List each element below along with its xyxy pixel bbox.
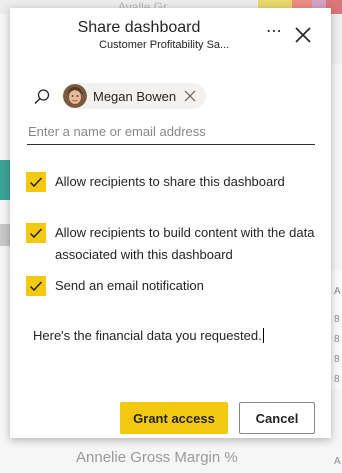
checkbox-allow-build[interactable] (26, 223, 46, 243)
checkmark-icon (29, 281, 43, 292)
more-options-button[interactable]: ⋯ (264, 24, 284, 44)
share-dialog: Share dashboard Customer Profitability S… (10, 8, 331, 438)
email-input[interactable] (27, 118, 315, 145)
option-allow-share[interactable]: Allow recipients to share this dashboard (26, 172, 315, 192)
text-cursor (262, 328, 264, 343)
search-icon (34, 89, 50, 104)
cancel-button[interactable]: Cancel (239, 402, 315, 434)
checkmark-icon (29, 177, 43, 188)
checkmark-icon (29, 228, 43, 239)
avatar (63, 84, 87, 108)
option-allow-build[interactable]: Allow recipients to build content with t… (26, 222, 315, 266)
background-text: A (334, 456, 341, 467)
option-label: Allow recipients to build content with t… (55, 225, 315, 262)
remove-recipient-icon[interactable] (182, 88, 198, 104)
background-chart-bar (0, 160, 10, 200)
message-textarea[interactable]: Here's the financial data you requested. (33, 328, 264, 343)
background-text: 8 (334, 354, 340, 365)
option-label: Allow recipients to share this dashboard (55, 174, 285, 189)
background-text: A (334, 286, 341, 297)
background-chart-bar (0, 224, 10, 246)
dialog-subtitle: Customer Profitability Sa... (99, 39, 230, 51)
checkbox-email-notification[interactable] (26, 276, 46, 296)
background-text: 8 (334, 334, 340, 345)
close-button[interactable] (293, 25, 313, 45)
option-email-notification[interactable]: Send an email notification (26, 276, 315, 296)
recipient-chip[interactable]: Megan Bowen (62, 83, 207, 109)
dialog-title: Share dashboard (77, 19, 201, 36)
grant-access-button[interactable]: Grant access (120, 402, 228, 434)
recipient-name: Megan Bowen (93, 88, 177, 104)
background-text: Annelie Gross Margin % (76, 449, 238, 466)
message-text: Here's the financial data you requested. (33, 328, 262, 343)
background-panel (330, 14, 342, 64)
background-text: 8 (334, 314, 340, 325)
background-text: 8 (334, 374, 340, 385)
checkbox-allow-share[interactable] (26, 172, 46, 192)
option-label: Send an email notification (55, 278, 204, 293)
close-icon (295, 27, 311, 43)
